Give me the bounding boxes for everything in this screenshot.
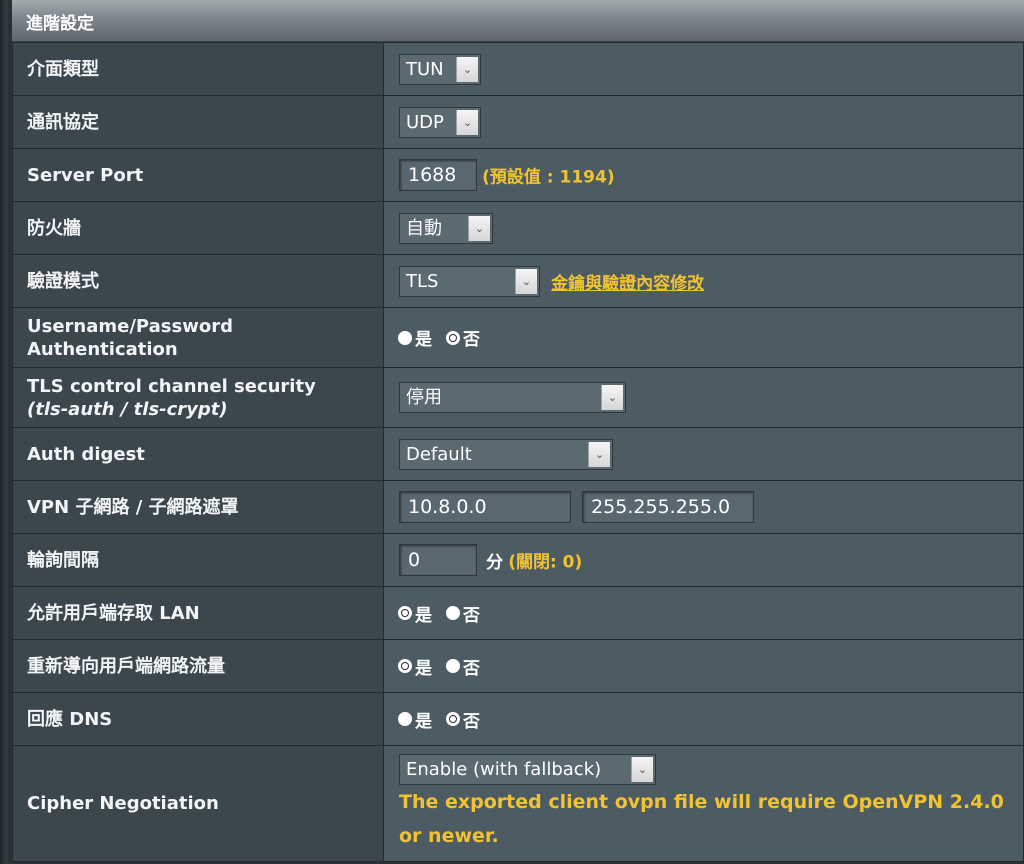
row-client-lan: 允許用戶端存取 LAN 是 否 xyxy=(12,586,1024,640)
vpn-subnet-label: VPN 子網路 / 子網路遮罩 xyxy=(12,480,384,534)
chevron-down-icon: ⌄ xyxy=(456,109,478,135)
poll-interval-hint: (關閉: 0) xyxy=(508,552,583,573)
redirect-radio-group: 是 否 xyxy=(398,654,488,679)
userpass-label: Username/Password Authentication xyxy=(12,307,384,368)
chevron-down-icon: ⌄ xyxy=(588,441,610,467)
firewall-label: 防火牆 xyxy=(12,201,384,255)
auth-mode-label: 驗證模式 xyxy=(12,254,384,308)
auth-digest-label: Auth digest xyxy=(12,427,384,481)
userpass-no-radio[interactable]: 否 xyxy=(446,325,480,350)
auth-mode-select[interactable]: TLS ⌄ xyxy=(399,265,540,297)
poll-interval-unit: 分 xyxy=(486,552,504,573)
row-interface: 介面類型 TUN ⌄ xyxy=(12,42,1024,96)
row-cipher: Cipher Negotiation Enable (with fallback… xyxy=(12,745,1024,862)
cipher-select[interactable]: Enable (with fallback) ⌄ xyxy=(399,754,656,785)
userpass-yes-radio[interactable]: 是 xyxy=(398,325,432,350)
server-port-input[interactable]: 1688 xyxy=(399,159,477,191)
settings-panel: 進階設定 介面類型 TUN ⌄ 通訊協定 UDP ⌄ Server Port 1… xyxy=(0,0,1024,864)
left-edge xyxy=(0,0,10,864)
page-title: 進階設定 xyxy=(26,14,94,34)
client-lan-yes-radio[interactable]: 是 xyxy=(398,601,432,626)
firewall-select[interactable]: 自動 ⌄ xyxy=(399,212,493,244)
row-tls-control: TLS control channel security (tls-auth /… xyxy=(12,367,1024,428)
row-server-port: Server Port 1688 (預設值 : 1194) xyxy=(12,148,1024,202)
redirect-yes-radio[interactable]: 是 xyxy=(398,654,432,679)
chevron-down-icon: ⌄ xyxy=(456,56,478,82)
vpn-netmask-input[interactable]: 255.255.255.0 xyxy=(582,491,755,523)
tls-control-select[interactable]: 停用 ⌄ xyxy=(399,382,626,413)
row-redirect: 重新導向用戶端網路流量 是 否 xyxy=(12,639,1024,693)
chevron-down-icon: ⌄ xyxy=(631,757,653,782)
redirect-no-radio[interactable]: 否 xyxy=(446,654,480,679)
settings-table: 介面類型 TUN ⌄ 通訊協定 UDP ⌄ Server Port 1688 (… xyxy=(12,42,1024,862)
tls-control-label: TLS control channel security (tls-auth /… xyxy=(12,367,384,428)
cipher-label: Cipher Negotiation xyxy=(12,745,384,862)
cipher-warning: The exported client ovpn file will requi… xyxy=(399,791,1004,847)
chevron-down-icon: ⌄ xyxy=(515,268,537,294)
row-vpn-subnet: VPN 子網路 / 子網路遮罩 10.8.0.0 255.255.255.0 xyxy=(12,480,1024,534)
protocol-select[interactable]: UDP ⌄ xyxy=(399,106,481,138)
server-port-default-hint: (預設值 : 1194) xyxy=(482,167,615,188)
client-lan-radio-group: 是 否 xyxy=(398,601,488,626)
vpn-subnet-input[interactable]: 10.8.0.0 xyxy=(399,491,571,523)
poll-interval-input[interactable]: 0 xyxy=(399,544,477,576)
row-respond-dns: 回應 DNS 是 否 xyxy=(12,692,1024,746)
chevron-down-icon: ⌄ xyxy=(468,215,490,241)
respond-dns-label: 回應 DNS xyxy=(12,692,384,746)
respond-dns-no-radio[interactable]: 否 xyxy=(446,707,480,732)
panel-header: 進階設定 xyxy=(12,0,1024,42)
userpass-radio-group: 是 否 xyxy=(398,325,488,350)
poll-interval-label: 輪詢間隔 xyxy=(12,533,384,587)
respond-dns-radio-group: 是 否 xyxy=(398,707,488,732)
client-lan-label: 允許用戶端存取 LAN xyxy=(12,586,384,640)
interface-select[interactable]: TUN ⌄ xyxy=(399,53,481,85)
respond-dns-yes-radio[interactable]: 是 xyxy=(398,707,432,732)
protocol-label: 通訊協定 xyxy=(12,95,384,149)
server-port-label: Server Port xyxy=(12,148,384,202)
row-auth-digest: Auth digest Default ⌄ xyxy=(12,427,1024,481)
redirect-label: 重新導向用戶端網路流量 xyxy=(12,639,384,693)
row-firewall: 防火牆 自動 ⌄ xyxy=(12,201,1024,255)
key-cert-edit-link[interactable]: 金鑰與驗證內容修改 xyxy=(551,274,704,294)
interface-label: 介面類型 xyxy=(12,42,384,96)
row-protocol: 通訊協定 UDP ⌄ xyxy=(12,95,1024,149)
row-auth-mode: 驗證模式 TLS ⌄ 金鑰與驗證內容修改 xyxy=(12,254,1024,308)
auth-digest-select[interactable]: Default ⌄ xyxy=(399,438,613,470)
row-userpass: Username/Password Authentication 是 否 xyxy=(12,307,1024,368)
row-poll-interval: 輪詢間隔 0 分 (關閉: 0) xyxy=(12,533,1024,587)
chevron-down-icon: ⌄ xyxy=(601,385,623,410)
client-lan-no-radio[interactable]: 否 xyxy=(446,601,480,626)
